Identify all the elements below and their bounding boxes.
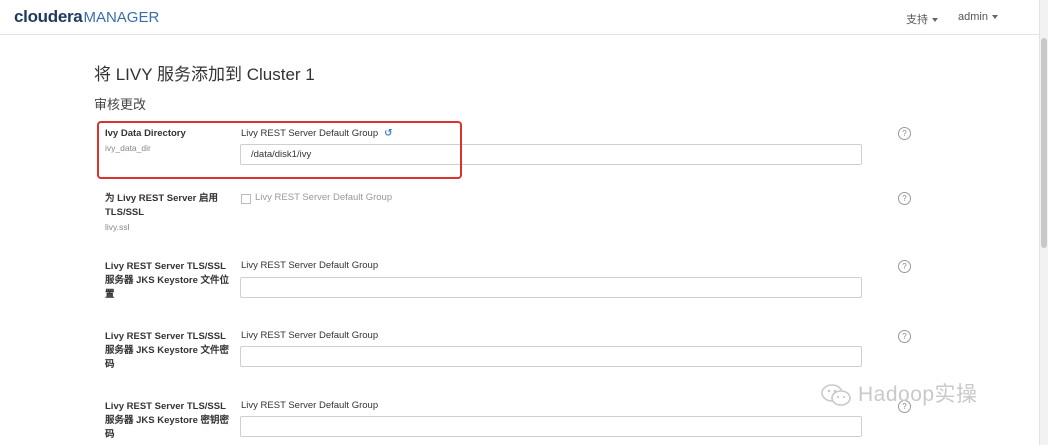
top-navbar: clouderaMANAGER 支持 admin <box>0 0 1040 35</box>
caret-down-icon <box>991 15 998 20</box>
property-name: Livy REST Server TLS/SSL 服务器 JKS Keystor… <box>105 261 230 300</box>
wechat-icon <box>821 384 851 407</box>
question-circle-icon[interactable]: ? <box>898 127 911 140</box>
page-title: 将 LIVY 服务添加到 Cluster 1 <box>94 65 315 84</box>
question-circle-icon[interactable]: ? <box>898 192 911 205</box>
keystore-location-input[interactable] <box>240 277 862 298</box>
group-label: Livy REST Server Default Group <box>241 400 379 411</box>
keystore-password-input[interactable] <box>240 346 862 367</box>
keystore-key-password-input[interactable] <box>240 416 862 437</box>
watermark: Hadoop实操 <box>820 378 978 408</box>
user-menu-label: admin <box>958 11 988 23</box>
cloudera-manager-logo[interactable]: clouderaMANAGER <box>14 7 159 27</box>
group-label: Livy REST Server Default Group <box>241 330 379 341</box>
property-name-text: 为 Livy REST Server 启用 TLS/SSL <box>105 193 218 218</box>
checkbox-label[interactable]: Livy REST Server Default Group <box>255 192 392 203</box>
support-menu[interactable]: 支持 <box>906 11 938 27</box>
property-name: Livy REST Server TLS/SSL 服务器 JKS Keystor… <box>105 401 230 440</box>
question-circle-icon[interactable]: ? <box>898 260 911 273</box>
question-circle-icon[interactable]: ? <box>898 330 911 343</box>
property-name: 为 Livy REST Server 启用 TLS/SSL livy.ssl <box>105 192 235 233</box>
watermark-text: Hadoop实操 <box>858 383 978 406</box>
scrollbar-thumb[interactable] <box>1041 38 1047 248</box>
highlight-annotation <box>97 121 462 179</box>
livy-ssl-checkbox[interactable] <box>241 194 251 204</box>
group-label: Livy REST Server Default Group <box>241 260 379 271</box>
step-title: 审核更改 <box>94 97 147 112</box>
user-menu[interactable]: admin <box>958 11 998 23</box>
vertical-scrollbar[interactable] <box>1039 0 1048 445</box>
support-menu-label: 支持 <box>906 14 928 26</box>
caret-down-icon <box>932 18 938 23</box>
logo-product: MANAGER <box>83 9 160 26</box>
property-name: Livy REST Server TLS/SSL 服务器 JKS Keystor… <box>105 331 230 370</box>
property-key: livy.ssl <box>105 222 130 232</box>
logo-brand: cloudera <box>14 7 83 26</box>
